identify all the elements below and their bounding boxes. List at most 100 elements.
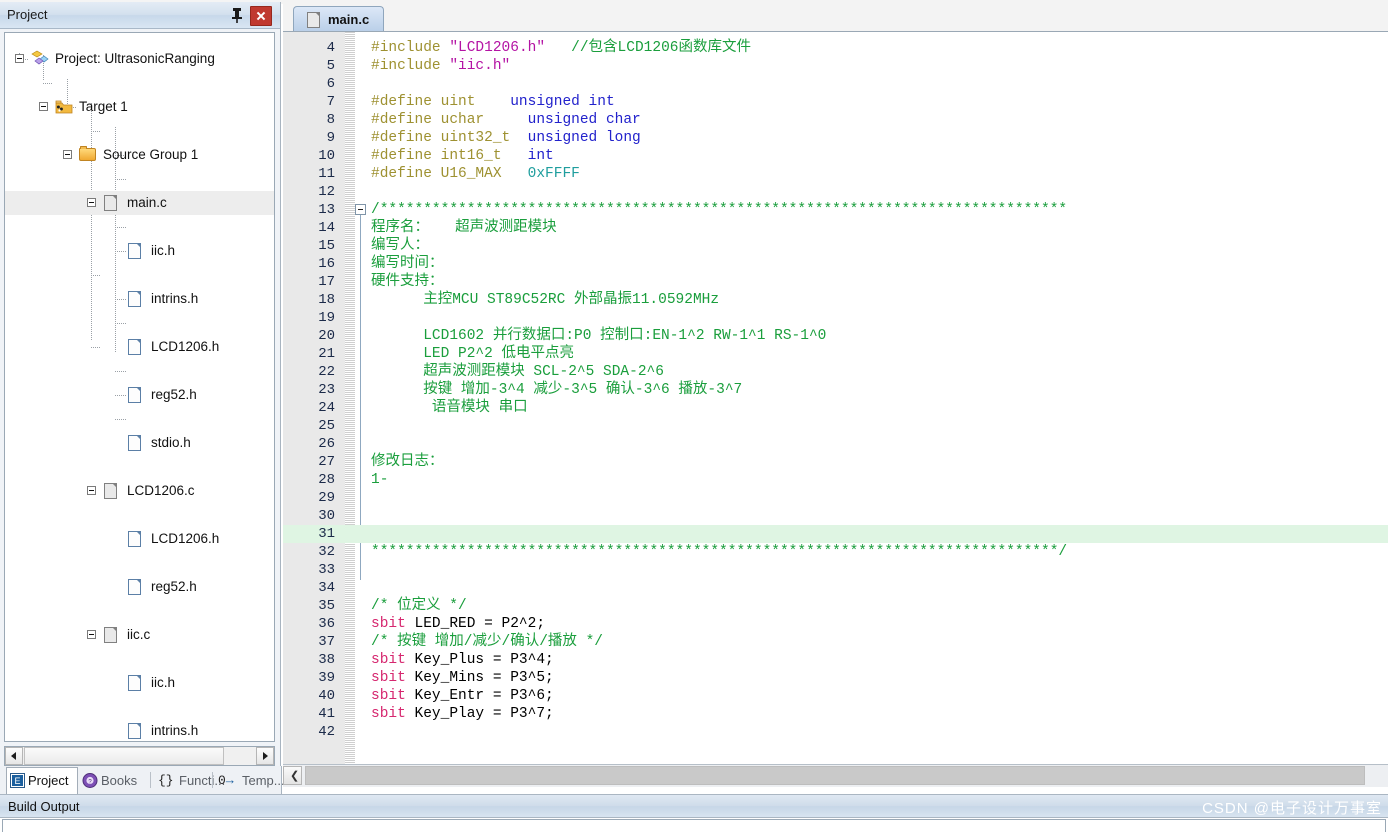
tree-item-source-group[interactable]: Source Group 1 (5, 143, 274, 167)
project-panel-title: Project (7, 7, 48, 22)
code-line-text: 编写时间： (371, 256, 444, 272)
code-line-text: #include "LCD1206.h" //包含LCD1206函数库文件 (371, 40, 751, 56)
code-line: 6 (283, 75, 1388, 93)
tree-item-label: Project: UltrasonicRanging (55, 51, 215, 66)
code-lines: 4 #include "LCD1206.h" //包含LCD1206函数库文件 5 #… (283, 32, 1388, 764)
code-view[interactable]: 4 #include "LCD1206.h" //包含LCD1206函数库文件 5 #… (283, 32, 1388, 764)
code-line-text: #define U16_MAX 0xFFFF (371, 166, 580, 182)
code-line: 28 1- (283, 471, 1388, 489)
tree-item-intrins-h[interactable]: intrins.h (5, 287, 274, 311)
dock-tab-books[interactable]: ? Books (80, 768, 147, 793)
code-line-text: #define int16_t int (371, 148, 554, 164)
line-number: 17 (318, 274, 335, 290)
expander-icon[interactable] (87, 198, 96, 207)
build-output-body[interactable] (2, 819, 1386, 832)
line-number: 39 (318, 670, 335, 686)
code-line: 11 #define U16_MAX 0xFFFF (283, 165, 1388, 183)
tree-item-target[interactable]: Target 1 (5, 95, 274, 119)
project-tab-icon: E (10, 773, 25, 788)
tree-item-label: intrins.h (151, 723, 199, 738)
scroll-thumb[interactable] (305, 766, 1365, 785)
target-folder-icon (55, 98, 73, 114)
line-number: 37 (318, 634, 335, 650)
svg-text:E: E (14, 776, 20, 786)
code-line: 22 超声波测距模块 SCL-2^5 SDA-2^6 (283, 363, 1388, 381)
editor-tab-bar: main.c (283, 0, 1388, 33)
code-line: 4 #include "LCD1206.h" //包含LCD1206函数库文件 (283, 39, 1388, 57)
build-output-header: Build Output CSDN @电子设计万事室 (0, 794, 1388, 818)
expander-icon[interactable] (87, 486, 96, 495)
dock-tab-project[interactable]: E Project (6, 767, 78, 794)
keil-uvision-window: Project Project: UltrasonicRanging Targe… (0, 0, 1388, 833)
editor-hscrollbar[interactable]: ❮ (283, 764, 1388, 787)
code-line-text: 按键 增加-3^4 减少-3^5 确认-3^6 播放-3^7 (371, 382, 743, 398)
tree-item-lcd1206-h[interactable]: LCD1206.h (5, 335, 274, 359)
code-line: 30 (283, 507, 1388, 525)
line-number: 18 (318, 292, 335, 308)
tree-item-label: iic.h (151, 675, 176, 690)
braces-icon: {} (158, 773, 174, 788)
tree-item-label: reg52.h (151, 387, 197, 402)
line-number: 6 (326, 76, 335, 92)
line-number: 9 (326, 130, 335, 146)
scroll-thumb[interactable] (24, 747, 224, 765)
tree-item-iic-c[interactable]: iic.c (5, 623, 274, 647)
expander-icon[interactable] (87, 630, 96, 639)
code-line: 14 程序名： 超声波测距模块 (283, 219, 1388, 237)
h-file-icon (128, 531, 141, 547)
h-file-icon (128, 675, 141, 691)
dock-tab-bar: E Project ? Books {} Functi... 0→ Temp..… (0, 766, 285, 794)
line-number: 16 (318, 256, 335, 272)
h-file-icon (128, 243, 141, 259)
expander-icon[interactable] (39, 102, 48, 111)
tree-item-label: iic.c (127, 627, 151, 642)
tree-item-main-c[interactable]: main.c (5, 191, 274, 215)
project-panel-hscrollbar[interactable] (4, 746, 275, 766)
tree-item-lcd1206-h-2[interactable]: LCD1206.h (5, 527, 274, 551)
tree-item-intrins-h-2[interactable]: intrins.h (5, 719, 274, 741)
line-number: 30 (318, 508, 335, 524)
scroll-right-icon[interactable] (256, 747, 274, 765)
line-number: 41 (318, 706, 335, 722)
code-line-text: 程序名： 超声波测距模块 (371, 220, 557, 236)
tree-item-label: LCD1206.c (127, 483, 195, 498)
line-number: 26 (318, 436, 335, 452)
h-file-icon (128, 387, 141, 403)
line-number: 35 (318, 598, 335, 614)
pin-icon[interactable] (228, 6, 246, 24)
line-number: 31 (318, 526, 335, 542)
dock-tab-label: Temp... (242, 773, 285, 788)
chevron-left-icon[interactable]: ❮ (283, 766, 302, 785)
tree-item-iic-h[interactable]: iic.h (5, 239, 274, 263)
code-line: 40 sbit Key_Entr = P3^6; (283, 687, 1388, 705)
close-icon[interactable] (250, 6, 272, 26)
code-line: 18 主控MCU ST89C52RC 外部晶振11.0592MHz (283, 291, 1388, 309)
line-number: 27 (318, 454, 335, 470)
code-line-text: sbit Key_Mins = P3^5; (371, 670, 554, 686)
tree-item-stdio-h[interactable]: stdio.h (5, 431, 274, 455)
project-tree[interactable]: Project: UltrasonicRanging Target 1 Sour… (4, 32, 275, 742)
tree-item-lcd1206-c[interactable]: LCD1206.c (5, 479, 274, 503)
tree-item-project[interactable]: Project: UltrasonicRanging (5, 47, 274, 71)
tree-item-label: intrins.h (151, 291, 199, 306)
editor-tab-main-c[interactable]: main.c (293, 6, 385, 32)
tree-item-label: Source Group 1 (103, 147, 199, 162)
code-line: 31 (283, 525, 1388, 543)
code-line-text: /* 位定义 */ (371, 598, 467, 614)
line-number: 36 (318, 616, 335, 632)
dock-tab-functions[interactable]: {} Functi... (155, 768, 225, 793)
project-icon (31, 50, 49, 67)
tree-item-reg52-h-2[interactable]: reg52.h (5, 575, 274, 599)
expander-icon[interactable] (63, 150, 72, 159)
tree-item-label: iic.h (151, 243, 176, 258)
tree-item-label: Target 1 (79, 99, 128, 114)
code-line: 35 /* 位定义 */ (283, 597, 1388, 615)
tree-item-iic-h-2[interactable]: iic.h (5, 671, 274, 695)
expander-icon[interactable] (15, 54, 24, 63)
line-number: 10 (318, 148, 335, 164)
scroll-left-icon[interactable] (5, 747, 23, 765)
line-number: 29 (318, 490, 335, 506)
dock-tab-templates[interactable]: 0→ Temp... (216, 768, 285, 793)
tree-item-reg52-h[interactable]: reg52.h (5, 383, 274, 407)
code-line-text: sbit Key_Entr = P3^6; (371, 688, 554, 704)
